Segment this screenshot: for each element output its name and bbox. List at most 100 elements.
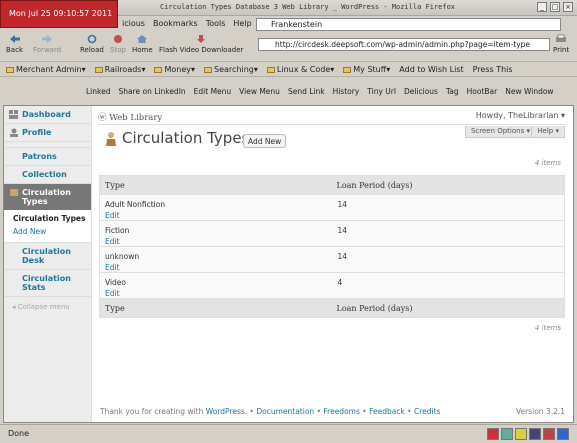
- reload-button[interactable]: Reload: [80, 34, 104, 54]
- home-label: Home: [132, 46, 153, 54]
- addon-status-icon[interactable]: [515, 428, 527, 440]
- menu-help[interactable]: Help: [233, 19, 251, 28]
- user-greeting[interactable]: Howdy, TheLibrarian ▾: [476, 111, 565, 120]
- bookmark-add-to-wish-list[interactable]: Add to Wish List: [399, 65, 463, 74]
- column-header-loan-period[interactable]: Loan Period (days): [331, 175, 565, 195]
- edit-link[interactable]: Edit: [105, 289, 327, 298]
- add-new-button[interactable]: Add New: [243, 134, 287, 148]
- bookmark-searching[interactable]: Searching▾: [204, 65, 258, 74]
- type-name: Fiction: [105, 226, 130, 235]
- flash-downloader-button[interactable]: Flash Video Downloader: [159, 34, 243, 54]
- bookmark-money[interactable]: Money▾: [154, 65, 195, 74]
- sidebar-item-patrons[interactable]: Patrons: [4, 148, 91, 166]
- site-name: Web Library: [109, 113, 163, 123]
- footer-link-documentation[interactable]: Documentation: [256, 407, 314, 416]
- addon-status-icon[interactable]: [543, 428, 555, 440]
- column-footer-loan-period[interactable]: Loan Period (days): [331, 298, 565, 318]
- addon-status-icon[interactable]: [557, 428, 569, 440]
- wordpress-logo-icon: ⓦ: [98, 113, 107, 123]
- send-link-button[interactable]: Send Link: [288, 87, 325, 96]
- sidebar-item-dashboard[interactable]: Dashboard: [4, 106, 91, 124]
- menu-delicious[interactable]: icious: [122, 19, 145, 28]
- close-icon[interactable]: ×: [563, 2, 573, 12]
- addon-status-icon[interactable]: [501, 428, 513, 440]
- cell-type: unknown Edit: [99, 246, 332, 273]
- forward-label: Forward: [33, 46, 62, 54]
- sidebar-item-profile[interactable]: Profile: [4, 124, 91, 142]
- page-content: Dashboard Profile Patrons Collection Cir…: [3, 105, 574, 423]
- sidebar-label: Circulation Desk: [22, 247, 71, 265]
- view-menu-button[interactable]: View Menu: [239, 87, 280, 96]
- bookmark-linux-code[interactable]: Linux & Code▾: [266, 65, 334, 74]
- page-icon: [106, 132, 116, 146]
- cell-loan: 14: [331, 194, 565, 221]
- collapse-menu[interactable]: ◂ Collapse menu: [4, 297, 91, 311]
- window-title: Circulation Types Database 3 Web Library…: [160, 3, 456, 11]
- column-header-type[interactable]: Type: [99, 175, 332, 195]
- addon-status-icon[interactable]: [529, 428, 541, 440]
- delicious-button[interactable]: Delicious: [404, 87, 438, 96]
- bookmark-label: My Stuff: [353, 64, 387, 74]
- footer-link-wordpress[interactable]: WordPress: [206, 407, 245, 416]
- footer-link-credits[interactable]: Credits: [414, 407, 440, 416]
- dashboard-icon: [9, 110, 18, 119]
- help-button[interactable]: Help ▾: [531, 126, 565, 138]
- bookmark-label: Add to Wish List: [399, 64, 464, 74]
- edit-link[interactable]: Edit: [105, 211, 327, 220]
- new-window-button[interactable]: New Window: [505, 87, 553, 96]
- addon-status-icon[interactable]: [487, 428, 499, 440]
- bookmarks-toolbar: Merchant Admin▾ Railroads▾ Money▾ Search…: [0, 61, 577, 77]
- linkedin-button[interactable]: Linked: [86, 87, 110, 96]
- url-input[interactable]: http://circdesk.deepsoft.com/wp-admin/ad…: [258, 38, 550, 51]
- table-row: unknown Edit 14: [99, 246, 565, 273]
- submenu-add-new[interactable]: Add New: [4, 225, 91, 238]
- bookmark-my-stuff[interactable]: My Stuff▾: [343, 65, 390, 74]
- bookmark-merchant-admin[interactable]: Merchant Admin▾: [6, 65, 86, 74]
- menu-tools[interactable]: Tools: [206, 19, 226, 28]
- footer-link-freedoms[interactable]: Freedoms: [323, 407, 359, 416]
- stop-button[interactable]: Stop: [110, 34, 126, 54]
- menu-bookmarks[interactable]: Bookmarks: [153, 19, 198, 28]
- edit-menu-button[interactable]: Edit Menu: [194, 87, 232, 96]
- bookmark-press-this[interactable]: Press This: [473, 65, 513, 74]
- navigation-toolbar: Frankenstein Back Forward Reload Stop Ho…: [0, 18, 577, 61]
- site-title[interactable]: ⓦ Web Library: [98, 111, 162, 123]
- help-label: Help: [537, 127, 554, 135]
- screen-options-button[interactable]: Screen Options ▾: [464, 126, 536, 138]
- home-button[interactable]: Home: [132, 34, 153, 54]
- forward-button[interactable]: Forward: [33, 34, 61, 54]
- hootbar-button[interactable]: HootBar: [467, 87, 498, 96]
- bookmark-label: Press This: [472, 64, 513, 74]
- minimize-icon[interactable]: _: [537, 2, 547, 12]
- tiny-url-button[interactable]: Tiny Url: [367, 87, 396, 96]
- sidebar-item-circulation-stats[interactable]: Circulation Stats: [4, 270, 91, 297]
- type-name: unknown: [105, 252, 140, 261]
- admin-sidebar: Dashboard Profile Patrons Collection Cir…: [4, 106, 92, 422]
- edit-link[interactable]: Edit: [105, 237, 327, 246]
- history-button[interactable]: History: [333, 87, 360, 96]
- sidebar-item-circulation-types[interactable]: Circulation Types: [4, 184, 91, 210]
- footer-link-feedback[interactable]: Feedback: [369, 407, 405, 416]
- sidebar-label: Profile: [22, 128, 52, 137]
- maximize-icon[interactable]: □: [550, 2, 560, 12]
- tag-button[interactable]: Tag: [446, 87, 459, 96]
- admin-footer: Thank you for creating with WordPress. •…: [100, 407, 441, 416]
- print-button[interactable]: Print: [553, 34, 569, 54]
- back-button[interactable]: Back: [6, 34, 23, 54]
- sidebar-item-collection[interactable]: Collection: [4, 166, 91, 184]
- sidebar-item-circulation-desk[interactable]: Circulation Desk: [4, 243, 91, 270]
- bookmark-railroads[interactable]: Railroads▾: [94, 64, 145, 74]
- bookmark-label: Railroads: [104, 64, 142, 74]
- table-footer-row: Type Loan Period (days): [99, 298, 565, 318]
- edit-link[interactable]: Edit: [105, 263, 327, 272]
- search-input[interactable]: Frankenstein: [256, 18, 561, 31]
- sidebar-label: Collection: [22, 170, 67, 179]
- share-linkedin-button[interactable]: Share on LinkedIn: [118, 87, 185, 96]
- submenu-circulation-types[interactable]: Circulation Types: [4, 212, 91, 225]
- table-row: Video Edit 4: [99, 272, 565, 299]
- back-arrow-icon: [9, 35, 20, 43]
- flash-downloader-label: Flash Video Downloader: [159, 46, 244, 54]
- footer-thanks: Thank you for creating with: [100, 407, 204, 416]
- column-footer-type[interactable]: Type: [99, 298, 332, 318]
- status-text: Done: [8, 429, 30, 438]
